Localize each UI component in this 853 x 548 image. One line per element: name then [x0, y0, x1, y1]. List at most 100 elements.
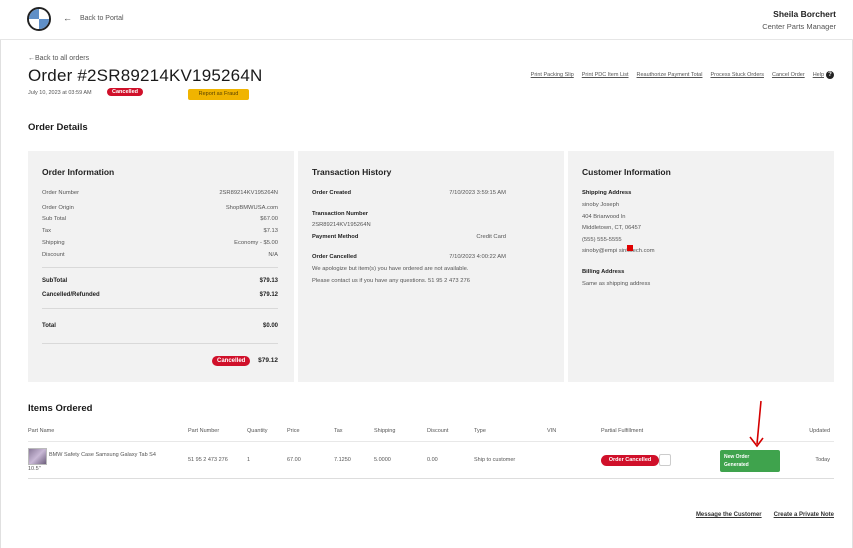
divider [42, 343, 278, 344]
fulfillment-type: Ship to customer [474, 457, 516, 463]
refunded-value: $79.12 [259, 292, 278, 298]
billing-address-value: Same as shipping address [582, 281, 651, 287]
product-thumbnail[interactable] [28, 448, 47, 465]
divider [42, 267, 278, 268]
customer-city: Middletown, CT, 06457 [582, 225, 641, 231]
order-details-heading: Order Details [28, 122, 88, 133]
frame-border-left [0, 40, 1, 548]
info-label: Shipping [42, 240, 65, 246]
info-value: $67.00 [260, 216, 278, 222]
order-created-label: Order Created [312, 190, 351, 196]
info-value: 2SR89214KV195264N [219, 190, 278, 196]
cancelled-badge: Cancelled [212, 356, 251, 366]
column-header: Updated [809, 428, 830, 434]
order-information-panel: Order Information Order Number 2SR89214KV… [28, 151, 294, 382]
customer-information-title: Customer Information [582, 167, 671, 177]
order-cancelled-status[interactable]: Order Cancelled [601, 455, 659, 466]
column-header: Shipping [374, 428, 396, 434]
new-order-generated-button[interactable]: New Order Generated [720, 450, 780, 472]
transaction-history-panel: Transaction History Order Created 7/10/2… [298, 151, 564, 382]
subtotal-label: SubTotal [42, 278, 68, 284]
info-value: N/A [268, 252, 278, 258]
info-row: Order Number 2SR89214KV195264N [42, 190, 278, 196]
user-name: Sheila Borchert [773, 9, 836, 19]
column-header: Partial Fulfillment [601, 428, 644, 434]
shipping: 5.0000 [374, 457, 391, 463]
generated-line2: Generated [724, 462, 749, 468]
create-private-note-link[interactable]: Create a Private Note [774, 512, 834, 518]
customer-email: sinoby@empi sinfotech.com [582, 248, 655, 254]
back-to-portal-link[interactable]: ← Back to Portal [63, 13, 124, 23]
process-stuck-orders-link[interactable]: Process Stuck Orders [710, 72, 764, 78]
transaction-number-label: Transaction Number [312, 211, 369, 217]
info-row: Sub Total $67.00 [42, 216, 278, 222]
total-row: Total $0.00 [42, 323, 278, 329]
back-to-portal-label: Back to Portal [80, 14, 124, 22]
back-to-orders-link[interactable]: ←Back to all orders [28, 55, 89, 62]
order-created-value: 7/10/2023 3:59:15 AM [449, 190, 506, 196]
subtotal-value: $79.13 [259, 278, 278, 284]
info-value: ShopBMWUSA.com [225, 205, 278, 211]
reauthorize-payment-link[interactable]: Reauthorize Payment Total [637, 72, 703, 78]
customer-phone: (555) 555-5555 [582, 237, 622, 243]
total-label: Total [42, 323, 56, 329]
message-customer-link[interactable]: Message the Customer [696, 512, 762, 518]
annotation-arrow-icon [749, 400, 764, 448]
column-header: Type [474, 428, 486, 434]
refunded-row: Cancelled/Refunded $79.12 [42, 292, 278, 298]
quantity: 1 [247, 457, 251, 463]
info-label: Order Number [42, 190, 80, 196]
total-value: $0.00 [262, 323, 278, 329]
subtotal-row: SubTotal $79.13 [42, 278, 278, 284]
page-title: Order #2SR89214KV195264N [28, 66, 263, 85]
items-table-header: Part Name Part Number Quantity Price Tax… [28, 428, 834, 438]
bmw-logo-icon[interactable] [27, 7, 51, 31]
print-packing-slip-link[interactable]: Print Packing Slip [531, 72, 574, 78]
customer-name: sinoby Joseph [582, 202, 620, 208]
payment-method-label: Payment Method [312, 234, 359, 240]
transaction-number-value: 2SR89214KV195264N [312, 222, 371, 228]
user-role: Center Parts Manager [762, 22, 836, 31]
help-icon: ? [826, 71, 834, 79]
divider [42, 308, 278, 309]
refunded-label: Cancelled/Refunded [42, 292, 100, 298]
order-cancelled-value: 7/10/2023 4:00:22 AM [449, 254, 506, 260]
user-info: Sheila Borchert Center Parts Manager [762, 9, 836, 31]
column-header: VIN [547, 428, 557, 434]
order-cancelled-label: Order Cancelled [312, 254, 357, 260]
column-header: Tax [334, 428, 343, 434]
column-header: Quantity [247, 428, 268, 434]
payment-method-value: Credit Card [476, 234, 506, 240]
cancel-note-line1: We apologize but item(s) you have ordere… [312, 266, 469, 272]
status-badge: Cancelled [107, 88, 143, 96]
discount: 0.00 [427, 457, 438, 463]
top-header: ← Back to Portal Sheila Borchert Center … [0, 0, 853, 40]
bottom-links: Message the Customer Create a Private No… [696, 512, 834, 518]
price: 67.00 [287, 457, 301, 463]
info-label: Sub Total [42, 216, 67, 222]
updated: Today [815, 457, 830, 463]
cancelled-amount: $79.12 [258, 357, 278, 364]
cancel-order-link[interactable]: Cancel Order [772, 72, 805, 78]
info-row: Tax $7.13 [42, 228, 278, 234]
report-fraud-button[interactable]: Report as Fraud [188, 89, 249, 100]
customer-street: 404 Briarwood ln [582, 214, 626, 220]
order-actions: Print Packing Slip Print PDC Item List R… [531, 71, 834, 79]
shipping-address-label: Shipping Address [582, 190, 632, 196]
column-header: Part Number [188, 428, 220, 434]
part-name-size: 10.5" [28, 466, 41, 472]
info-label: Order Origin [42, 205, 74, 211]
generated-line1: New Order [724, 454, 750, 460]
print-pdc-item-list-link[interactable]: Print PDC Item List [582, 72, 629, 78]
customer-information-panel: Customer Information Shipping Address si… [568, 151, 834, 382]
info-row: Discount N/A [42, 252, 278, 258]
column-header: Price [287, 428, 300, 434]
order-information-title: Order Information [42, 167, 115, 177]
column-header: Part Name [28, 428, 55, 434]
table-row: BMW Safety Case Samsung Galaxy Tab S4 10… [28, 441, 834, 479]
partial-fulfillment-checkbox[interactable] [659, 454, 671, 466]
transaction-history-title: Transaction History [312, 167, 392, 177]
order-date: July 10, 2023 at 03:59 AM [28, 90, 92, 96]
part-name[interactable]: BMW Safety Case Samsung Galaxy Tab S4 [49, 452, 156, 458]
help-link[interactable]: Help? [813, 71, 834, 79]
